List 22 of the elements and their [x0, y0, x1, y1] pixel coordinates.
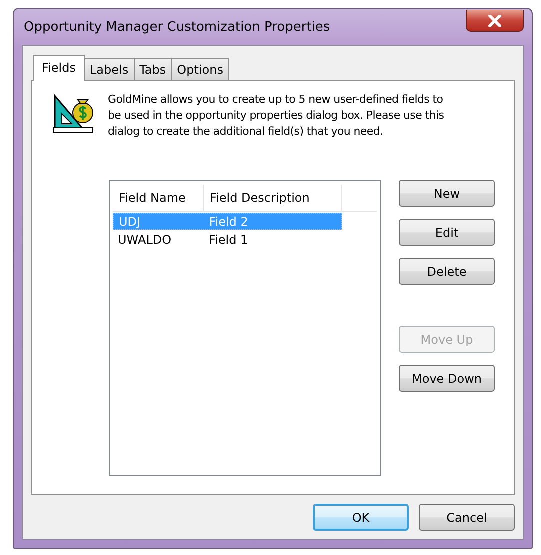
table-cell-text: Field 2: [208, 214, 250, 228]
dialog-button[interactable]: Cancel: [419, 504, 515, 531]
action-button[interactable]: Move Down: [399, 365, 495, 392]
ruler-money-bag-icon: [52, 92, 96, 134]
close-icon: [488, 14, 502, 26]
table-cell-text: Field 1: [208, 232, 250, 246]
table-cell-text: UWALDO: [117, 232, 173, 246]
close-button[interactable]: [466, 10, 524, 32]
tab[interactable]: Options: [171, 58, 230, 80]
column-header[interactable]: Field Description: [204, 185, 342, 211]
description-text: GoldMine allows you to create up to 5 new user-defined fields to be used in the opportunity properties dialog box. Please use this dialog to create the additional field(s) that you need.: [108, 92, 446, 140]
dialog-button[interactable]: OK: [313, 504, 409, 531]
tab[interactable]: Labels: [84, 58, 135, 80]
tab[interactable]: Fields: [33, 55, 85, 81]
action-button[interactable]: Delete: [399, 258, 495, 285]
window-title: Opportunity Manager Customization Properties: [23, 20, 330, 34]
action-button[interactable]: New: [399, 180, 495, 207]
table-cell-text: UDJ: [118, 214, 142, 228]
column-header[interactable]: Field Name: [113, 185, 204, 211]
list-row[interactable]: UWALDO Field 1: [113, 231, 342, 248]
tab[interactable]: Tabs: [134, 58, 172, 80]
action-button[interactable]: Edit: [399, 219, 495, 246]
